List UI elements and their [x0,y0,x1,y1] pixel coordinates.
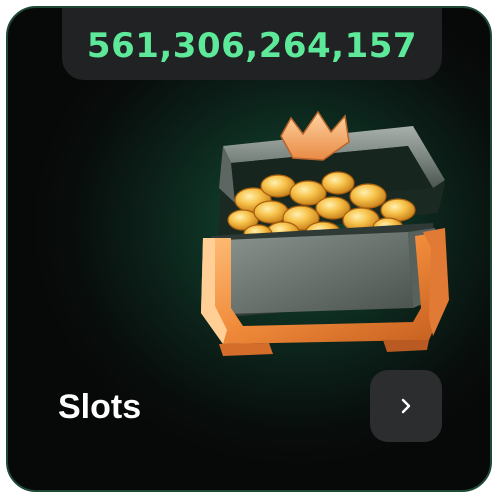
chevron-right-icon [401,398,411,414]
treasure-chest-icon [201,110,449,356]
open-slots-button[interactable] [370,370,442,442]
slots-card[interactable]: 561,306,264,157 Slots [6,6,492,492]
jackpot-counter: 561,306,264,157 [62,8,442,80]
jackpot-value: 561,306,264,157 [86,26,418,66]
game-title: Slots [58,388,142,426]
